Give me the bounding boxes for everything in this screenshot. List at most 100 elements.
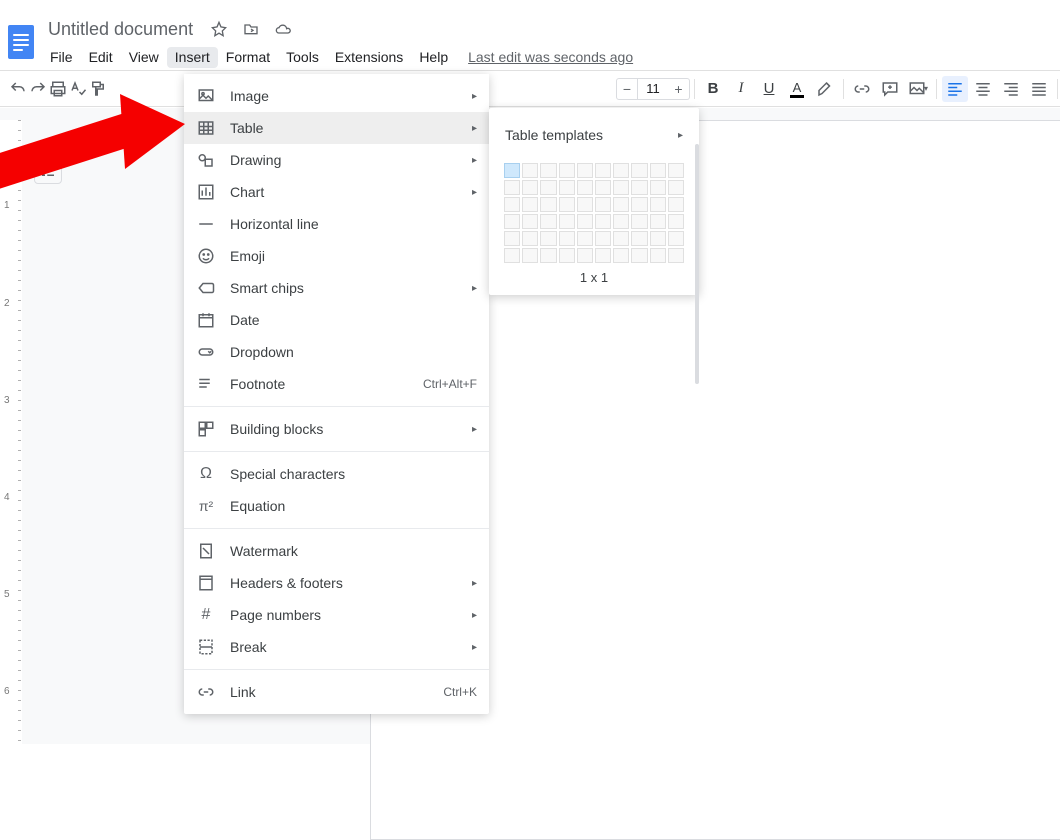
font-size-decrease[interactable]: − — [616, 78, 638, 100]
table-size-grid[interactable] — [503, 162, 685, 264]
menu-extensions[interactable]: Extensions — [327, 47, 411, 68]
table-grid-cell[interactable] — [595, 248, 611, 263]
table-grid-cell[interactable] — [504, 180, 520, 195]
table-grid-cell[interactable] — [595, 163, 611, 178]
print-button[interactable] — [49, 76, 67, 102]
table-grid-cell[interactable] — [650, 180, 666, 195]
table-grid-cell[interactable] — [559, 248, 575, 263]
insert-link-button[interactable] — [849, 76, 875, 102]
table-templates-item[interactable]: Table templates ▸ — [489, 120, 699, 150]
insert-watermark-item[interactable]: Watermark — [184, 535, 489, 567]
table-grid-cell[interactable] — [631, 248, 647, 263]
docs-logo[interactable] — [0, 14, 42, 70]
menu-tools[interactable]: Tools — [278, 47, 327, 68]
table-grid-cell[interactable] — [522, 248, 538, 263]
table-grid-cell[interactable] — [668, 180, 684, 195]
insert-horizontal-line-item[interactable]: Horizontal line — [184, 208, 489, 240]
table-grid-cell[interactable] — [504, 214, 520, 229]
text-color-button[interactable]: A — [784, 76, 810, 102]
menu-insert[interactable]: Insert — [167, 47, 218, 68]
insert-dropdown-item[interactable]: Dropdown — [184, 336, 489, 368]
table-grid-cell[interactable] — [540, 214, 556, 229]
menu-view[interactable]: View — [121, 47, 167, 68]
document-title[interactable]: Untitled document — [42, 19, 199, 40]
table-grid-cell[interactable] — [559, 163, 575, 178]
table-grid-cell[interactable] — [559, 180, 575, 195]
last-edit-link[interactable]: Last edit was seconds ago — [468, 49, 633, 65]
table-grid-cell[interactable] — [522, 197, 538, 212]
undo-button[interactable] — [9, 76, 27, 102]
insert-image-item[interactable]: Image ▸ — [184, 80, 489, 112]
table-grid-cell[interactable] — [577, 180, 593, 195]
table-grid-cell[interactable] — [668, 163, 684, 178]
table-grid-cell[interactable] — [559, 197, 575, 212]
table-grid-cell[interactable] — [650, 197, 666, 212]
table-grid-cell[interactable] — [540, 163, 556, 178]
insert-special-characters-item[interactable]: Ω Special characters — [184, 458, 489, 490]
table-grid-cell[interactable] — [631, 180, 647, 195]
table-grid-cell[interactable] — [595, 231, 611, 246]
table-grid-cell[interactable] — [668, 248, 684, 263]
table-grid-cell[interactable] — [613, 214, 629, 229]
align-justify-button[interactable] — [1026, 76, 1052, 102]
table-grid-cell[interactable] — [522, 163, 538, 178]
table-grid-cell[interactable] — [650, 163, 666, 178]
insert-footnote-item[interactable]: Footnote Ctrl+Alt+F — [184, 368, 489, 400]
table-grid-cell[interactable] — [613, 231, 629, 246]
table-grid-cell[interactable] — [577, 197, 593, 212]
star-icon[interactable] — [211, 21, 227, 37]
document-outline-button[interactable] — [34, 156, 62, 184]
insert-table-item[interactable]: Table ▸ — [184, 112, 489, 144]
table-grid-cell[interactable] — [668, 214, 684, 229]
table-grid-cell[interactable] — [650, 214, 666, 229]
underline-button[interactable]: U — [756, 76, 782, 102]
menu-file[interactable]: File — [42, 47, 81, 68]
table-grid-cell[interactable] — [595, 180, 611, 195]
cloud-status-icon[interactable] — [275, 21, 291, 37]
table-grid-cell[interactable] — [595, 214, 611, 229]
insert-page-numbers-item[interactable]: # Page numbers ▸ — [184, 599, 489, 631]
table-grid-cell[interactable] — [631, 214, 647, 229]
insert-image-button[interactable]: ▾ — [905, 76, 931, 102]
table-grid-cell[interactable] — [668, 197, 684, 212]
table-grid-cell[interactable] — [504, 231, 520, 246]
table-grid-cell[interactable] — [631, 163, 647, 178]
insert-equation-item[interactable]: π² Equation — [184, 490, 489, 522]
insert-headers-footers-item[interactable]: Headers & footers ▸ — [184, 567, 489, 599]
table-grid-cell[interactable] — [631, 231, 647, 246]
table-grid-cell[interactable] — [540, 248, 556, 263]
italic-button[interactable]: I — [728, 76, 754, 102]
table-grid-cell[interactable] — [540, 231, 556, 246]
align-center-button[interactable] — [970, 76, 996, 102]
table-grid-cell[interactable] — [522, 231, 538, 246]
table-grid-cell[interactable] — [577, 231, 593, 246]
font-size-input[interactable]: 11 — [638, 78, 668, 100]
table-grid-cell[interactable] — [522, 180, 538, 195]
insert-drawing-item[interactable]: Drawing ▸ — [184, 144, 489, 176]
insert-date-item[interactable]: Date — [184, 304, 489, 336]
menu-format[interactable]: Format — [218, 47, 278, 68]
menu-edit[interactable]: Edit — [81, 47, 121, 68]
insert-chart-item[interactable]: Chart ▸ — [184, 176, 489, 208]
table-grid-cell[interactable] — [577, 163, 593, 178]
spellcheck-button[interactable] — [69, 76, 87, 102]
add-comment-button[interactable] — [877, 76, 903, 102]
table-grid-cell[interactable] — [650, 231, 666, 246]
table-grid-cell[interactable] — [577, 214, 593, 229]
insert-break-item[interactable]: Break ▸ — [184, 631, 489, 663]
font-size-increase[interactable]: + — [668, 78, 690, 100]
bold-button[interactable]: B — [700, 76, 726, 102]
insert-link-item[interactable]: Link Ctrl+K — [184, 676, 489, 708]
table-grid-cell[interactable] — [613, 197, 629, 212]
table-grid-cell[interactable] — [595, 197, 611, 212]
move-icon[interactable] — [243, 21, 259, 37]
align-left-button[interactable] — [942, 76, 968, 102]
table-grid-cell[interactable] — [613, 180, 629, 195]
table-grid-cell[interactable] — [504, 248, 520, 263]
table-grid-cell[interactable] — [631, 197, 647, 212]
table-grid-cell[interactable] — [504, 163, 520, 178]
table-grid-cell[interactable] — [540, 180, 556, 195]
table-grid-cell[interactable] — [613, 163, 629, 178]
insert-emoji-item[interactable]: Emoji — [184, 240, 489, 272]
table-grid-cell[interactable] — [504, 197, 520, 212]
